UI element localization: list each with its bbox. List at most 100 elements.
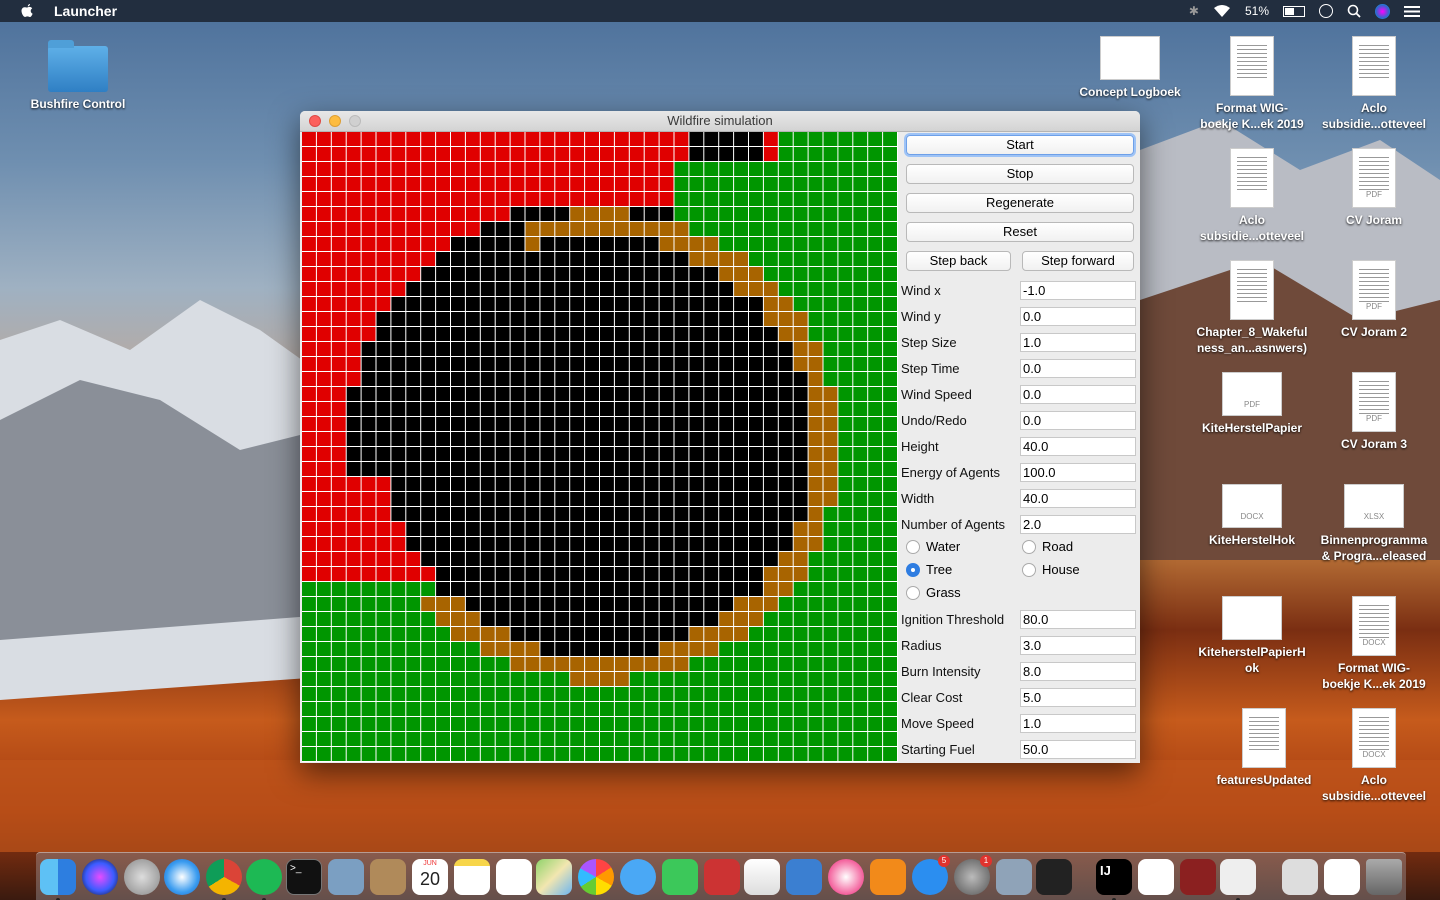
grid-cell[interactable] — [883, 267, 897, 281]
grid-cell[interactable] — [793, 537, 808, 551]
grid-cell[interactable] — [749, 657, 763, 671]
grid-cell[interactable] — [346, 477, 361, 491]
grid-cell[interactable] — [614, 447, 629, 461]
grid-cell[interactable] — [659, 492, 674, 506]
grid-cell[interactable] — [853, 387, 868, 401]
grid-cell[interactable] — [659, 342, 674, 356]
grid-cell[interactable] — [436, 732, 450, 746]
grid-cell[interactable] — [555, 537, 570, 551]
grid-cell[interactable] — [689, 447, 704, 461]
grid-cell[interactable] — [853, 372, 868, 386]
grid-cell[interactable] — [704, 702, 719, 716]
grid-cell[interactable] — [719, 402, 734, 416]
grid-cell[interactable] — [644, 672, 659, 686]
grid-cell[interactable] — [808, 522, 823, 536]
grid-cell[interactable] — [421, 552, 436, 566]
grid-cell[interactable] — [600, 717, 614, 731]
grid-cell[interactable] — [302, 657, 316, 671]
grid-cell[interactable] — [361, 507, 376, 521]
grid-cell[interactable] — [510, 357, 525, 371]
grid-cell[interactable] — [853, 237, 868, 251]
grid-cell[interactable] — [853, 402, 868, 416]
grid-cell[interactable] — [495, 402, 510, 416]
grid-cell[interactable] — [778, 702, 793, 716]
grid-cell[interactable] — [540, 267, 555, 281]
grid-cell[interactable] — [436, 612, 450, 626]
grid-cell[interactable] — [674, 432, 689, 446]
grid-cell[interactable] — [868, 612, 883, 626]
grid-cell[interactable] — [853, 537, 868, 551]
grid-cell[interactable] — [525, 162, 540, 176]
regenerate-button[interactable]: Regenerate — [906, 193, 1134, 213]
grid-cell[interactable] — [570, 657, 585, 671]
grid-cell[interactable] — [823, 462, 838, 476]
grid-cell[interactable] — [510, 177, 525, 191]
grid-cell[interactable] — [316, 477, 331, 491]
grid-cell[interactable] — [570, 192, 585, 206]
grid-cell[interactable] — [823, 687, 838, 701]
grid-cell[interactable] — [465, 702, 480, 716]
grid-cell[interactable] — [763, 657, 778, 671]
grid-cell[interactable] — [600, 747, 614, 761]
grid-cell[interactable] — [600, 687, 614, 701]
grid-cell[interactable] — [689, 612, 704, 626]
grid-cell[interactable] — [674, 387, 689, 401]
grid-cell[interactable] — [778, 597, 793, 611]
grid-cell[interactable] — [853, 447, 868, 461]
desktop-icon[interactable]: PDF KiteHerstelPapier — [1194, 372, 1310, 436]
grid-cell[interactable] — [823, 417, 838, 431]
grid-cell[interactable] — [540, 717, 555, 731]
grid-cell[interactable] — [570, 297, 585, 311]
grid-cell[interactable] — [749, 132, 763, 146]
grid-cell[interactable] — [674, 192, 689, 206]
grid-cell[interactable] — [704, 342, 719, 356]
grid-cell[interactable] — [734, 702, 748, 716]
grid-cell[interactable] — [674, 357, 689, 371]
grid-cell[interactable] — [853, 312, 868, 326]
grid-cell[interactable] — [331, 177, 346, 191]
grid-cell[interactable] — [540, 192, 555, 206]
grid-cell[interactable] — [406, 252, 421, 266]
grid-cell[interactable] — [495, 267, 510, 281]
grid-cell[interactable] — [629, 312, 644, 326]
grid-cell[interactable] — [823, 402, 838, 416]
grid-cell[interactable] — [540, 732, 555, 746]
desktop-icon[interactable]: KiteherstelPapierH ok — [1194, 596, 1310, 676]
grid-cell[interactable] — [346, 372, 361, 386]
grid-cell[interactable] — [510, 492, 525, 506]
grid-cell[interactable] — [749, 702, 763, 716]
grid-cell[interactable] — [510, 477, 525, 491]
grid-cell[interactable] — [555, 687, 570, 701]
grid-cell[interactable] — [629, 387, 644, 401]
step-back-button[interactable]: Step back — [906, 251, 1011, 271]
grid-cell[interactable] — [600, 462, 614, 476]
radio-indicator[interactable] — [1022, 539, 1036, 554]
grid-cell[interactable] — [883, 327, 897, 341]
grid-cell[interactable] — [674, 747, 689, 761]
grid-cell[interactable] — [600, 672, 614, 686]
grid-cell[interactable] — [540, 627, 555, 641]
grid-cell[interactable] — [391, 732, 406, 746]
downloads-stack-icon[interactable] — [1282, 859, 1318, 895]
grid-cell[interactable] — [451, 222, 465, 236]
terrain-radio-house[interactable]: House — [1022, 562, 1080, 577]
grid-cell[interactable] — [749, 147, 763, 161]
grid-cell[interactable] — [480, 357, 495, 371]
grid-cell[interactable] — [510, 582, 525, 596]
grid-cell[interactable] — [600, 597, 614, 611]
grid-cell[interactable] — [644, 657, 659, 671]
grid-cell[interactable] — [585, 402, 599, 416]
grid-cell[interactable] — [674, 417, 689, 431]
grid-cell[interactable] — [778, 207, 793, 221]
grid-cell[interactable] — [585, 237, 599, 251]
grid-cell[interactable] — [734, 192, 748, 206]
grid-cell[interactable] — [629, 597, 644, 611]
grid-cell[interactable] — [689, 597, 704, 611]
grid-cell[interactable] — [436, 717, 450, 731]
grid-cell[interactable] — [793, 282, 808, 296]
grid-cell[interactable] — [451, 417, 465, 431]
grid-cell[interactable] — [570, 432, 585, 446]
grid-cell[interactable] — [793, 567, 808, 581]
grid-cell[interactable] — [480, 627, 495, 641]
grid-cell[interactable] — [406, 222, 421, 236]
